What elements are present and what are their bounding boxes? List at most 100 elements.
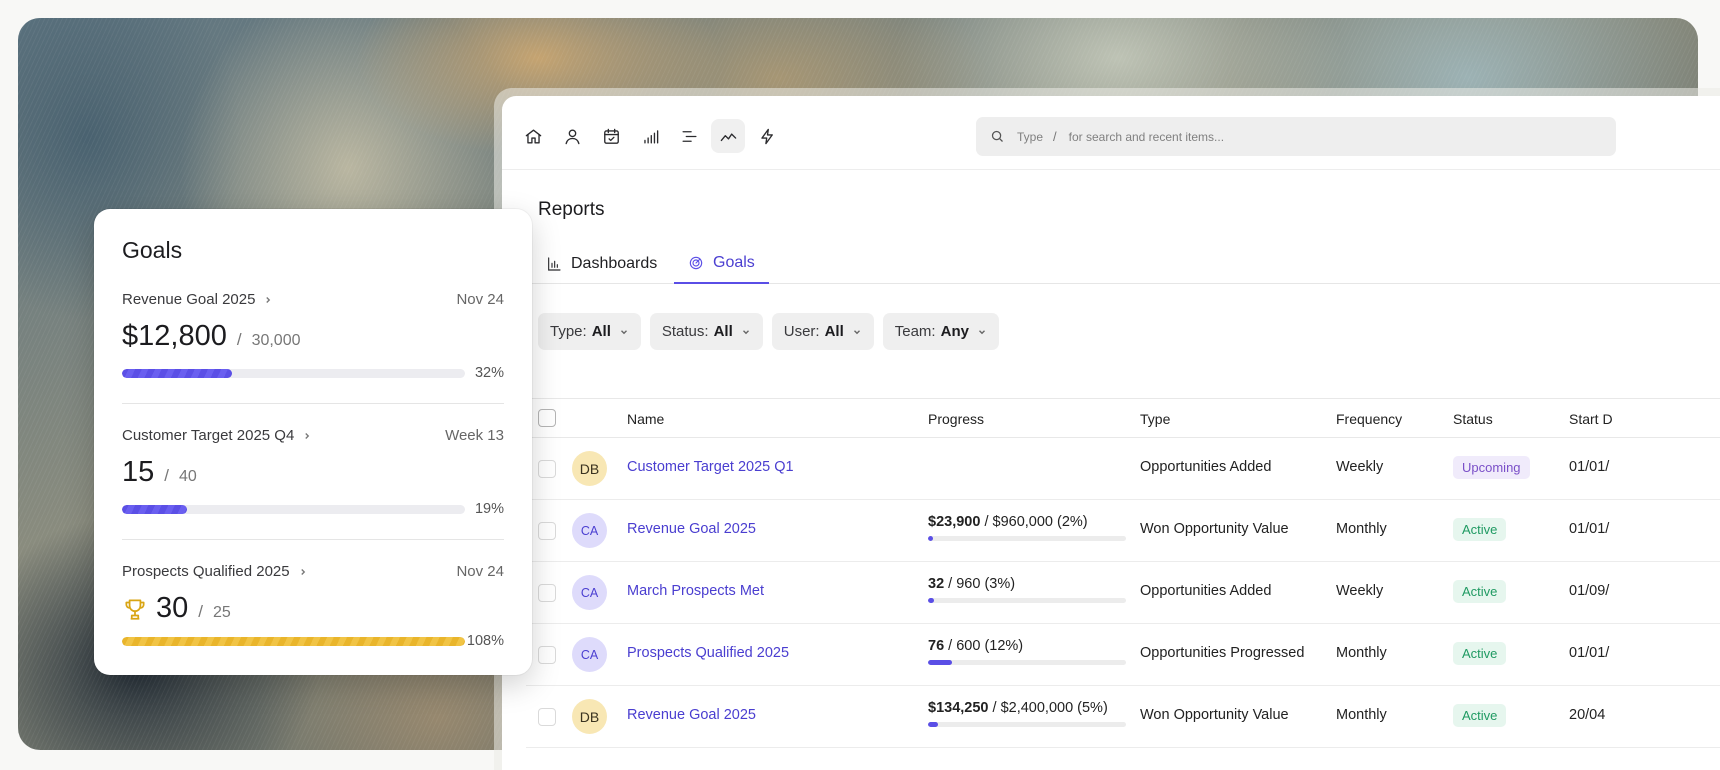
type-filter[interactable]: Type: All (538, 313, 641, 350)
column-header-type[interactable]: Type (1140, 411, 1170, 427)
goal-progress-fill (122, 368, 232, 378)
filter-value: Any (940, 323, 969, 340)
goal-item[interactable]: Customer Target 2025 Q4 Week 13 15 / 40 … (122, 427, 504, 517)
goal-type: Opportunities Added (1140, 459, 1272, 475)
list-icon[interactable] (672, 119, 706, 153)
target-icon (689, 256, 703, 270)
filter-label: User: (783, 323, 820, 340)
row-checkbox[interactable] (538, 646, 556, 664)
status-badge-label: Active (1453, 704, 1507, 727)
progress-bar-fill (928, 598, 934, 603)
user-filter[interactable]: User: All (771, 313, 874, 350)
goal-name-link[interactable]: Customer Target 2025 Q1 (627, 459, 794, 475)
chevron-right-icon (266, 296, 271, 303)
table-row[interactable]: CA Revenue Goal 2025 $23,900 / $960,000 … (526, 500, 1720, 562)
goal-percent: 32% (474, 365, 504, 381)
search-input[interactable]: Type / for search and recent items... (976, 117, 1616, 156)
tab-dashboards[interactable]: Dashboards (532, 244, 671, 284)
goal-date: Week 13 (445, 427, 504, 444)
goal-target-value: 25 (213, 604, 231, 621)
row-checkbox[interactable] (538, 460, 556, 478)
goal-type: Opportunities Added (1140, 583, 1272, 599)
avatar: CA (572, 513, 607, 548)
chevron-down-icon (978, 329, 985, 334)
home-icon[interactable] (516, 119, 550, 153)
select-all-checkbox[interactable] (538, 409, 556, 427)
team-filter[interactable]: Team: Any (882, 313, 999, 350)
goal-name: Prospects Qualified 2025 (122, 563, 290, 580)
page-title: Reports (538, 199, 605, 220)
avatar: CA (572, 637, 607, 672)
goal-current-value: 30 (156, 592, 189, 624)
goal-progress: $134,250 / $2,400,000 (5%) (928, 700, 1128, 727)
progress-bar (928, 660, 1126, 665)
goal-item[interactable]: Prospects Qualified 2025 Nov 24 30 / 25 … (122, 563, 504, 649)
filter-value: All (591, 323, 611, 340)
calendar-check-icon[interactable] (594, 119, 628, 153)
column-header-progress[interactable]: Progress (928, 411, 984, 427)
row-checkbox[interactable] (538, 708, 556, 726)
status-badge-label: Active (1453, 518, 1507, 541)
chevron-down-icon (853, 329, 860, 334)
column-header-start-date[interactable]: Start D (1569, 411, 1613, 427)
divider (122, 403, 504, 404)
goal-type: Won Opportunity Value (1140, 707, 1289, 723)
search-icon (991, 130, 1003, 142)
goal-progress: $23,900 / $960,000 (2%) (928, 514, 1128, 541)
progress-total: / $2,400,000 (5%) (988, 700, 1108, 716)
table-row[interactable]: CA March Prospects Met 32 / 960 (3%) Opp… (526, 562, 1720, 624)
signal-bars-icon[interactable] (633, 119, 667, 153)
column-header-name[interactable]: Name (627, 411, 664, 427)
avatar: DB (572, 451, 607, 486)
chevron-right-icon (300, 568, 305, 575)
trend-line-icon[interactable] (711, 119, 745, 153)
progress-bar (928, 536, 1126, 541)
progress-bar-fill (928, 660, 952, 665)
status-badge: Active (1453, 704, 1507, 727)
column-header-frequency[interactable]: Frequency (1336, 411, 1402, 427)
row-checkbox[interactable] (538, 522, 556, 540)
filter-label: Status: (661, 323, 709, 340)
goal-name-link[interactable]: Revenue Goal 2025 (627, 521, 756, 537)
progress-bar-fill (928, 536, 933, 541)
goal-separator: / (236, 330, 242, 349)
search-placeholder: for search and recent items... (1068, 129, 1225, 144)
filter-value: All (713, 323, 733, 340)
status-badge-label: Upcoming (1453, 456, 1530, 479)
goal-item[interactable]: Revenue Goal 2025 Nov 24 $12,800 / 30,00… (122, 291, 504, 381)
tab-goals[interactable]: Goals (674, 244, 769, 284)
goal-percent: 19% (474, 501, 504, 517)
report-tabs: Dashboards Goals (532, 244, 1720, 284)
goals-card: Goals Revenue Goal 2025 Nov 24 $12,800 /… (94, 209, 532, 675)
goal-name-link[interactable]: Revenue Goal 2025 (627, 707, 756, 723)
goal-frequency: Monthly (1336, 707, 1387, 723)
goal-name-link[interactable]: Prospects Qualified 2025 (627, 645, 789, 661)
status-filter[interactable]: Status: All (649, 313, 763, 350)
app-window: Type / for search and recent items... Re… (502, 96, 1720, 770)
tab-goals-label: Goals (713, 254, 755, 271)
user-icon[interactable] (555, 119, 589, 153)
table-row[interactable]: DB Customer Target 2025 Q1 Opportunities… (526, 438, 1720, 500)
goal-current-value: $12,800 (122, 320, 227, 352)
chevron-down-icon (620, 329, 627, 334)
goal-progress-fill (122, 504, 188, 514)
chevron-down-icon (742, 329, 749, 334)
table-row[interactable]: CA Prospects Qualified 2025 76 / 600 (12… (526, 624, 1720, 686)
goal-name-link[interactable]: March Prospects Met (627, 583, 764, 599)
status-badge: Upcoming (1453, 456, 1530, 479)
table-row[interactable]: DB Revenue Goal 2025 $134,250 / $2,400,0… (526, 686, 1720, 748)
divider (122, 539, 504, 540)
filter-label: Team: (894, 323, 936, 340)
goal-date: Nov 24 (456, 291, 504, 308)
row-checkbox[interactable] (538, 584, 556, 602)
lightning-icon[interactable] (750, 119, 784, 153)
goal-separator: / (164, 466, 169, 485)
chevron-right-icon (305, 432, 310, 439)
status-badge: Active (1453, 642, 1507, 665)
status-badge: Active (1453, 580, 1507, 603)
goal-frequency: Weekly (1336, 459, 1384, 475)
search-prefix: Type (1017, 129, 1044, 144)
goal-type: Opportunities Progressed (1140, 645, 1305, 661)
column-header-status[interactable]: Status (1453, 411, 1493, 427)
goal-frequency: Monthly (1336, 645, 1387, 661)
